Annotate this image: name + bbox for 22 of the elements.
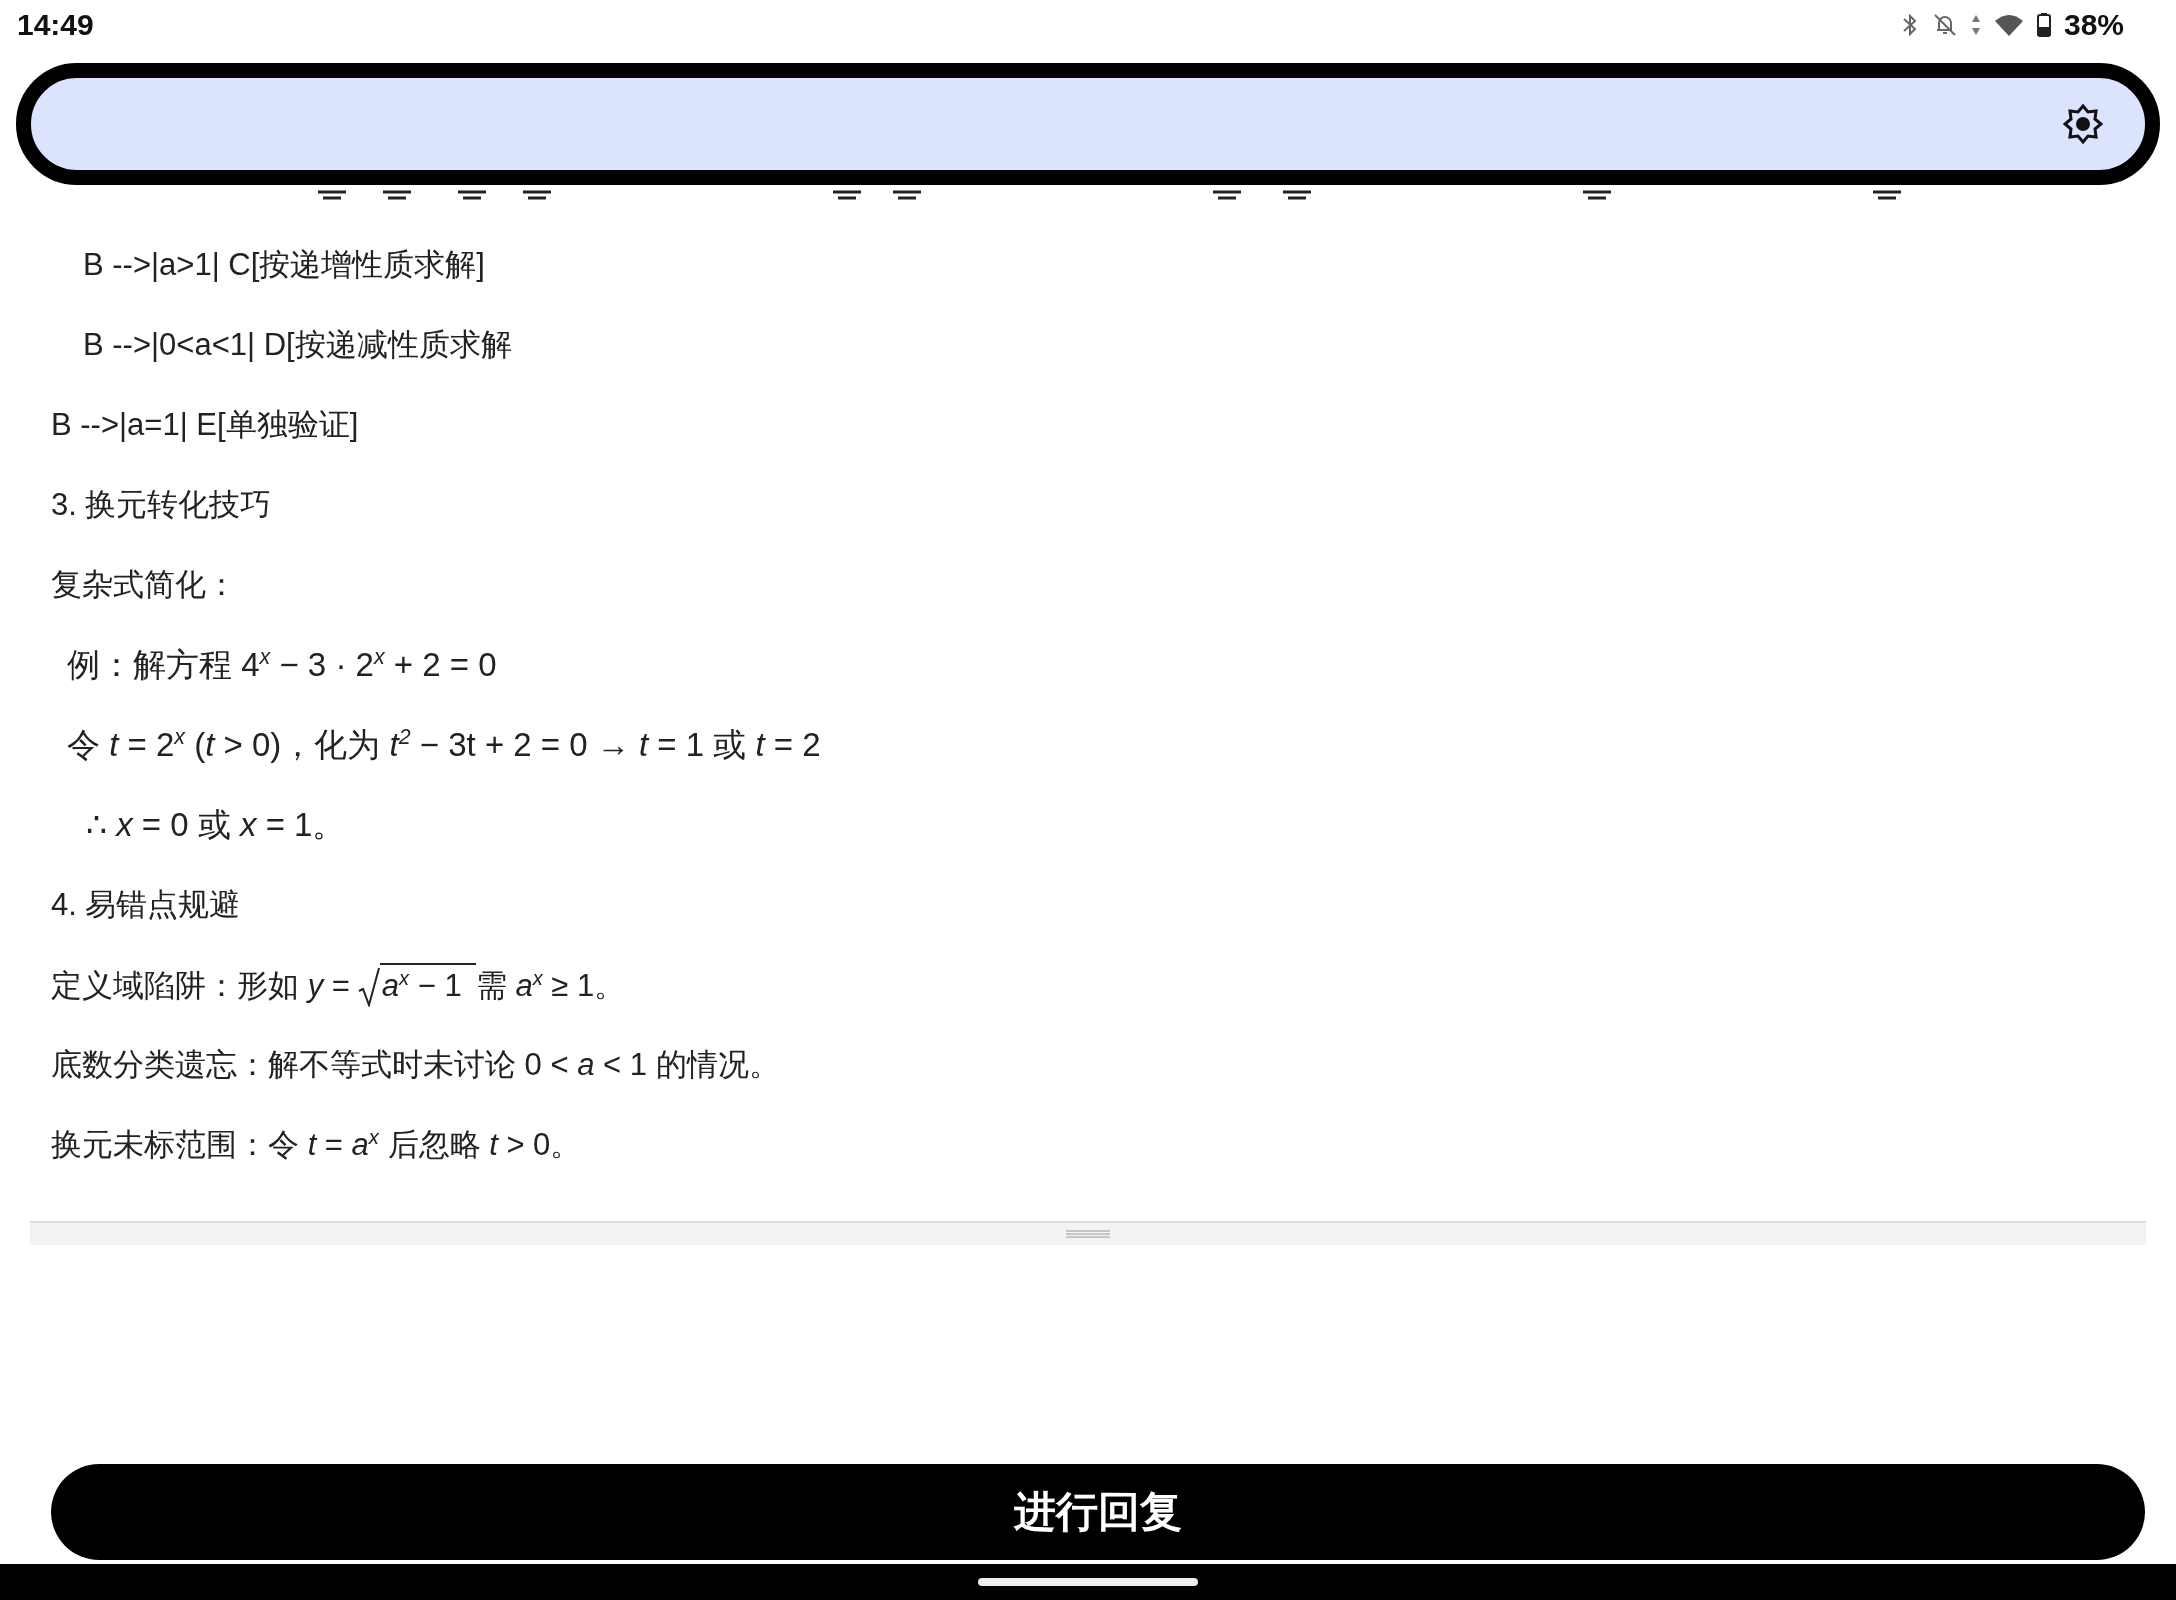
battery-percent: 38%: [2063, 8, 2124, 42]
content-text: 底数分类遗忘：解不等式时未讨论 0 < a < 1 的情况。: [51, 1046, 780, 1084]
content-text: 定义域陷阱：形如 y = a$^{x}$ − 1 需 a$^{x}$ ≥ 1。: [51, 962, 626, 1008]
content-text: B -->|0<a<1| D[按递减性质求解: [83, 326, 512, 364]
content-text: B -->|a>1| C[按递增性质求解]: [83, 246, 485, 284]
reply-button[interactable]: 进行回复: [51, 1464, 2145, 1560]
wifi-icon: [1993, 12, 2024, 38]
resize-handle[interactable]: [30, 1221, 2146, 1245]
content-text: 3. 换元转化技巧: [51, 486, 272, 524]
status-time: 14:49: [17, 8, 94, 42]
content-text: B -->|a=1| E[单独验证]: [51, 406, 359, 444]
content-text: 4. 易错点规避: [51, 886, 241, 924]
muted-bell-icon: [1931, 12, 1958, 38]
content-text: 复杂式简化：: [51, 566, 237, 604]
content-text: 例：解方程 4$^{x}$ − 3 · 2$^{x}$ + 2 = 0: [67, 643, 497, 685]
grip-icon[interactable]: [1066, 1229, 1110, 1239]
content-text: 换元未标范围：令 t = a$^{x}$ 后忽略 t > 0。: [51, 1124, 582, 1164]
battery-icon: [2035, 12, 2052, 38]
radical-sign-icon: [357, 967, 380, 1008]
brightness-icon[interactable]: [2063, 104, 2103, 144]
content-text: ∴ x = 0 或 x = 1。: [86, 804, 346, 845]
content-text: 令 t = 2$^{x}$ (t > 0)，化为 t$^{2}$ − 3t + 2 = 0 → t = 1 或 t = 2: [67, 723, 821, 765]
